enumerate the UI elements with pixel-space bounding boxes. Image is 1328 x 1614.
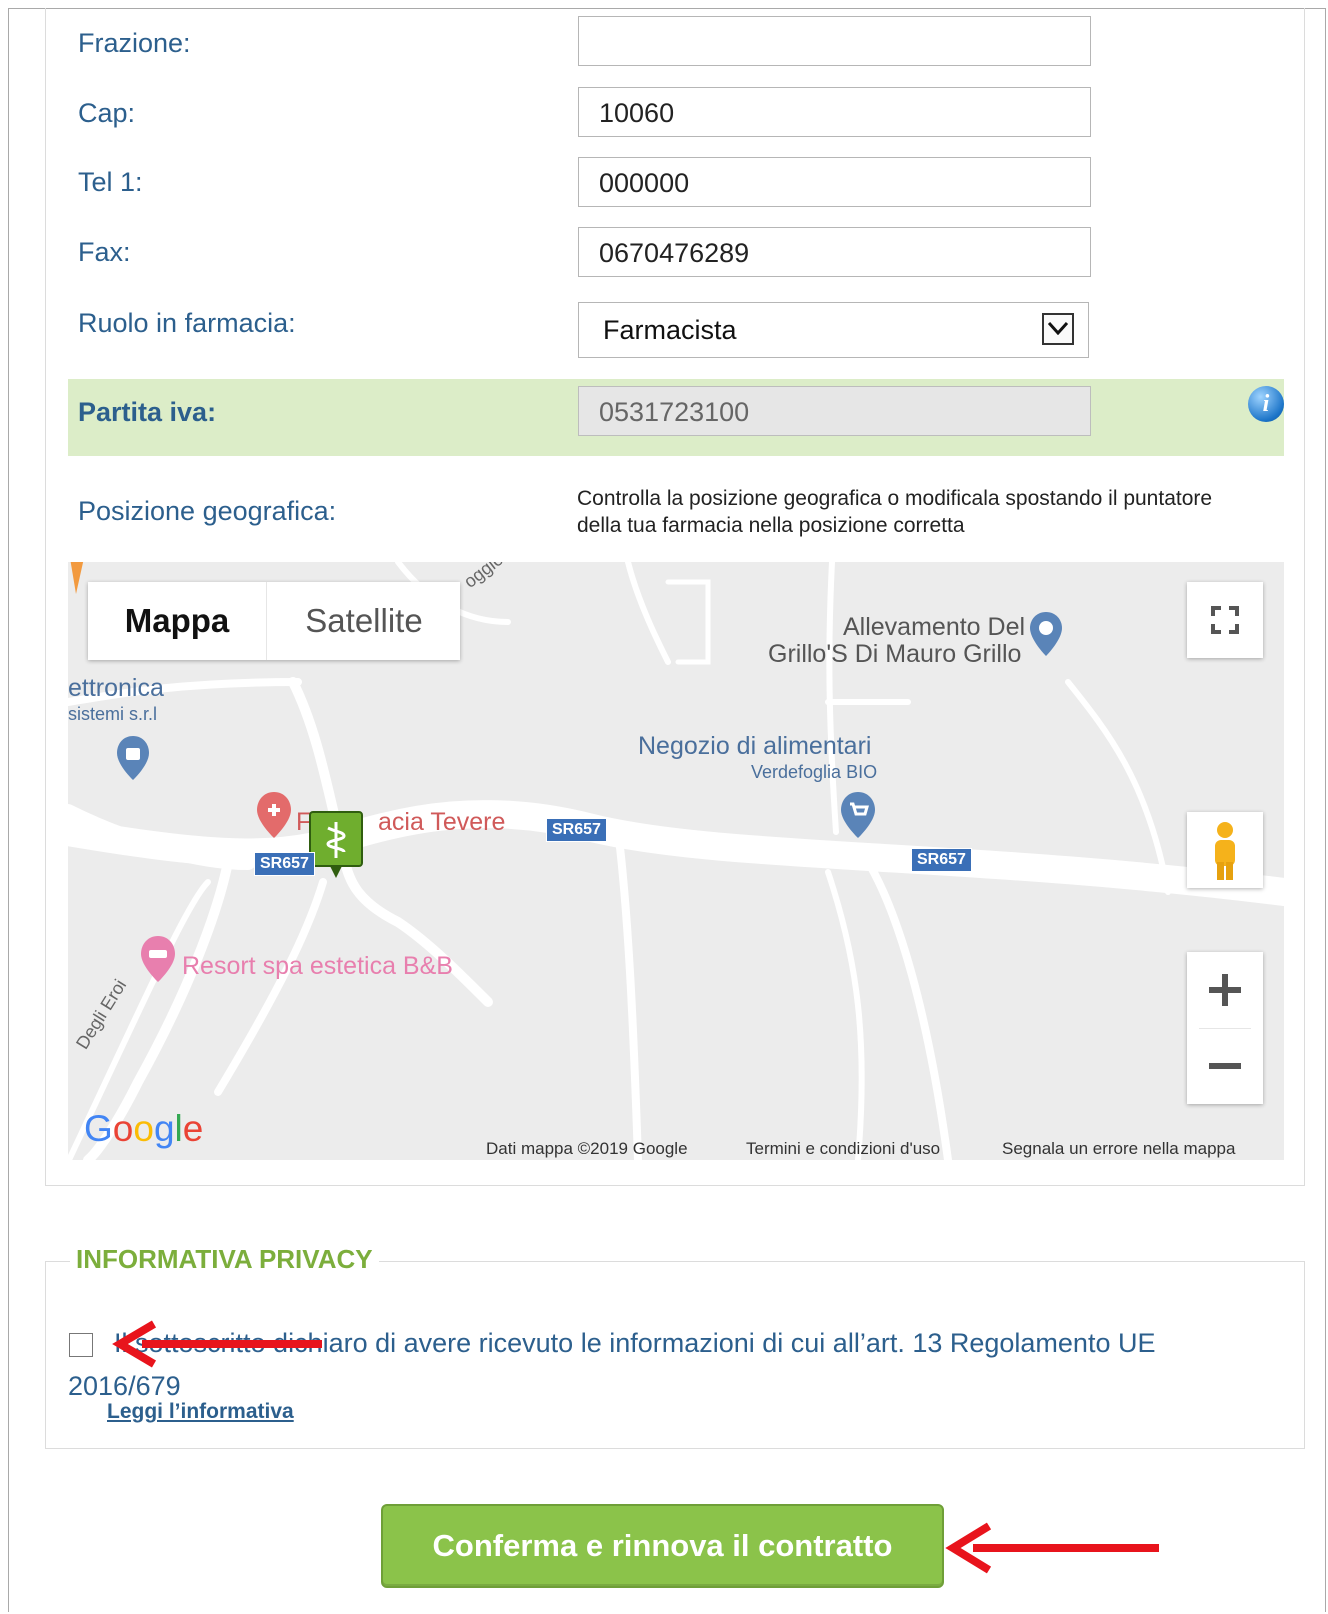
cap-label: Cap: xyxy=(78,98,136,128)
poi-negozio-line2: Verdefoglia BIO xyxy=(751,762,878,782)
zoom-out-button[interactable] xyxy=(1187,1028,1263,1104)
posizione-label: Posizione geografica: xyxy=(78,496,337,526)
ruolo-label: Ruolo in farmacia: xyxy=(78,308,296,338)
minus-icon xyxy=(1209,1063,1241,1069)
frazione-input[interactable] xyxy=(578,16,1091,66)
map-type-control: Mappa Satellite xyxy=(88,582,460,660)
zoom-in-button[interactable] xyxy=(1187,952,1263,1028)
poi-elettronica-line2: sistemi s.r.l xyxy=(68,704,158,724)
ruolo-select[interactable]: Farmacista xyxy=(578,302,1089,358)
privacy-read-link[interactable]: Leggi l’informativa xyxy=(107,1400,294,1424)
map-type-satellite-button[interactable]: Satellite xyxy=(266,582,461,660)
tel1-input[interactable]: 000000 xyxy=(578,157,1091,207)
location-pin-icon[interactable] xyxy=(1028,610,1064,658)
privacy-checkbox[interactable] xyxy=(69,1333,93,1357)
pharmacy-marker-icon[interactable] xyxy=(308,810,364,880)
map-type-map-button[interactable]: Mappa xyxy=(88,582,266,660)
poi-farmacia-label: acia Tevere xyxy=(378,808,506,836)
pegman-icon xyxy=(1215,822,1235,880)
posizione-help-text: Controlla la posizione geografica o modi… xyxy=(577,487,1213,537)
map-report-error-link[interactable]: Segnala un errore nella mappa xyxy=(1002,1139,1235,1159)
partita-iva-label: Partita iva: xyxy=(78,397,217,427)
hotel-pin-icon[interactable] xyxy=(138,934,178,984)
poi-allevamento-line2: Grillo'S Di Mauro Grillo xyxy=(768,640,1022,668)
shopping-bag-icon[interactable] xyxy=(114,734,152,782)
partita-iva-input: 0531723100 xyxy=(578,386,1091,436)
shopping-cart-icon[interactable] xyxy=(838,790,878,840)
pharmacy-pin-icon[interactable] xyxy=(254,790,294,840)
tel1-label: Tel 1: xyxy=(78,167,143,197)
road-shield-sr657-2: SR657 xyxy=(546,818,607,842)
poi-negozio-line1: Negozio di alimentari xyxy=(638,732,872,760)
cap-input[interactable]: 10060 xyxy=(578,87,1091,137)
plus-icon xyxy=(1209,974,1241,1006)
red-arrow-icon xyxy=(112,1320,322,1368)
road-shield-sr657-3: SR657 xyxy=(911,848,972,872)
red-arrow-icon xyxy=(945,1522,1159,1574)
poi-elettronica-line1: ettronica xyxy=(68,674,164,702)
street-view-pegman[interactable] xyxy=(1187,812,1263,888)
map-data-attribution: Dati mappa ©2019 Google xyxy=(486,1139,688,1158)
map-view[interactable]: Mappa Satellite Allevamento Del Grillo'S… xyxy=(68,562,1284,1160)
partial-pin-icon xyxy=(70,562,84,594)
fullscreen-icon xyxy=(1211,606,1239,634)
chevron-down-icon[interactable] xyxy=(1042,313,1074,345)
google-logo: Google xyxy=(84,1108,204,1149)
fullscreen-button[interactable] xyxy=(1187,582,1263,658)
ruolo-selected-value: Farmacista xyxy=(603,315,737,345)
privacy-title: INFORMATIVA PRIVACY xyxy=(70,1244,379,1275)
road-shield-sr657-1: SR657 xyxy=(254,852,315,876)
zoom-control xyxy=(1187,952,1263,1104)
fax-label: Fax: xyxy=(78,237,131,267)
confirm-renew-button[interactable]: Conferma e rinnova il contratto xyxy=(381,1504,944,1588)
map-terms-link[interactable]: Termini e condizioni d'uso xyxy=(746,1139,940,1159)
info-icon[interactable]: i xyxy=(1248,386,1284,422)
frazione-label: Frazione: xyxy=(78,28,191,58)
poi-resort: Resort spa estetica B&B xyxy=(182,952,453,980)
poi-allevamento-line1: Allevamento Del xyxy=(843,613,1026,641)
fax-input[interactable]: 0670476289 xyxy=(578,227,1091,277)
